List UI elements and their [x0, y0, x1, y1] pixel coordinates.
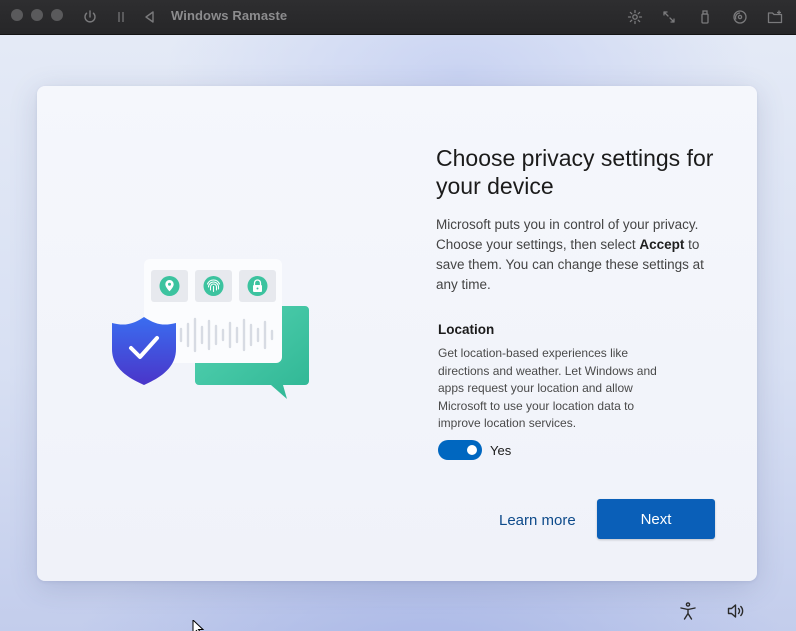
fingerprint-icon: [203, 276, 224, 296]
privacy-description: Microsoft puts you in control of your pr…: [436, 217, 704, 292]
location-setting-title: Location: [438, 322, 495, 337]
volume-icon[interactable]: [724, 599, 748, 623]
shield-check-icon: [112, 317, 176, 385]
privacy-illustration: [112, 259, 309, 399]
brightness-icon[interactable]: [625, 7, 645, 27]
zoom-window-button[interactable]: [51, 9, 63, 21]
windows-oobe-screen: Choose privacy settings for your device …: [0, 35, 796, 631]
privacy-settings-card: Choose privacy settings for your device …: [37, 86, 757, 581]
learn-more-link[interactable]: Learn more: [499, 512, 576, 529]
accept-emphasis: Accept: [639, 237, 685, 252]
vm-window-title: Windows Ramaste: [171, 8, 288, 23]
usb-icon[interactable]: [695, 7, 715, 27]
toggle-knob: [467, 445, 477, 455]
location-toggle-label: Yes: [490, 443, 512, 458]
shared-folder-icon[interactable]: [765, 7, 785, 27]
minimize-window-button[interactable]: [31, 9, 43, 21]
accessibility-icon[interactable]: [676, 599, 700, 623]
mouse-cursor-icon: [192, 620, 205, 631]
vm-titlebar: Windows Ramaste: [0, 0, 796, 35]
resize-icon[interactable]: [659, 7, 679, 27]
location-toggle[interactable]: [438, 440, 482, 460]
cd-icon[interactable]: [730, 7, 750, 27]
next-button[interactable]: Next: [597, 499, 715, 539]
back-icon[interactable]: [140, 7, 160, 27]
location-setting-description: Get location-based experiences like dire…: [438, 346, 657, 430]
page-title: Choose privacy settings for your device: [436, 145, 714, 199]
power-icon[interactable]: [80, 7, 100, 27]
close-window-button[interactable]: [11, 9, 23, 21]
location-pin-icon: [159, 276, 180, 296]
lock-icon: [247, 276, 268, 296]
pause-icon[interactable]: [111, 7, 131, 27]
